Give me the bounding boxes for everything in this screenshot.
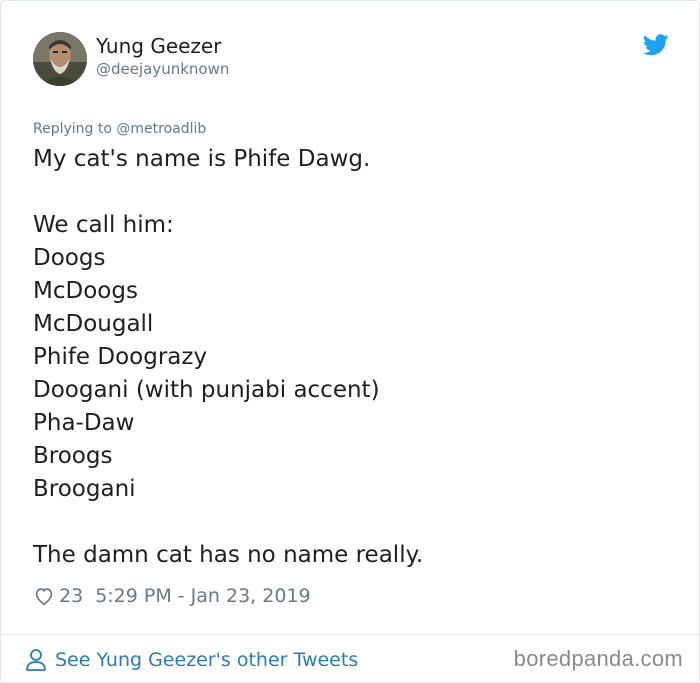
- tweet-meta: 23 5:29 PM - Jan 23, 2019: [33, 583, 311, 609]
- tweet-line: Broogani: [33, 476, 136, 502]
- person-icon: [26, 649, 46, 671]
- tweet-card: Yung Geezer @deejayunknown Replying to @…: [0, 0, 700, 683]
- twitter-bird-icon[interactable]: [643, 34, 669, 56]
- tweet-line: Doogani (with punjabi accent): [33, 377, 380, 403]
- tweet-line: Doogs: [33, 245, 106, 271]
- watermark: boredpanda.com: [513, 646, 683, 671]
- tweet-line: McDoogs: [33, 278, 138, 304]
- tweet-line: McDougall: [33, 311, 154, 337]
- timestamp[interactable]: 5:29 PM - Jan 23, 2019: [95, 585, 310, 607]
- divider: [1, 634, 699, 635]
- tweet-line: Phife Doograzy: [33, 344, 208, 370]
- tweet-line: [33, 506, 673, 539]
- heart-icon[interactable]: [33, 585, 55, 607]
- see-other-tweets-label: See Yung Geezer's other Tweets: [55, 649, 359, 671]
- tweet-line: My cat's name is Phife Dawg.: [33, 146, 371, 172]
- tweet-line: Pha-Daw: [33, 410, 135, 436]
- tweet-line: We call him:: [33, 212, 174, 238]
- tweet-line: Broogs: [33, 443, 113, 469]
- avatar-icon: [33, 32, 87, 86]
- tweet-text: My cat's name is Phife Dawg. We call him…: [33, 143, 673, 572]
- see-other-tweets-link[interactable]: See Yung Geezer's other Tweets: [25, 646, 358, 674]
- tweet-line: The damn cat has no name really.: [33, 542, 424, 568]
- tweet-line: [33, 176, 673, 209]
- like-count[interactable]: 23: [59, 585, 83, 607]
- tweet-header: Yung Geezer @deejayunknown: [33, 32, 673, 88]
- avatar[interactable]: [33, 32, 87, 86]
- replying-to: Replying to @metroadlib: [33, 121, 207, 137]
- author-handle[interactable]: @deejayunknown: [96, 60, 229, 78]
- author-name[interactable]: Yung Geezer: [96, 34, 221, 58]
